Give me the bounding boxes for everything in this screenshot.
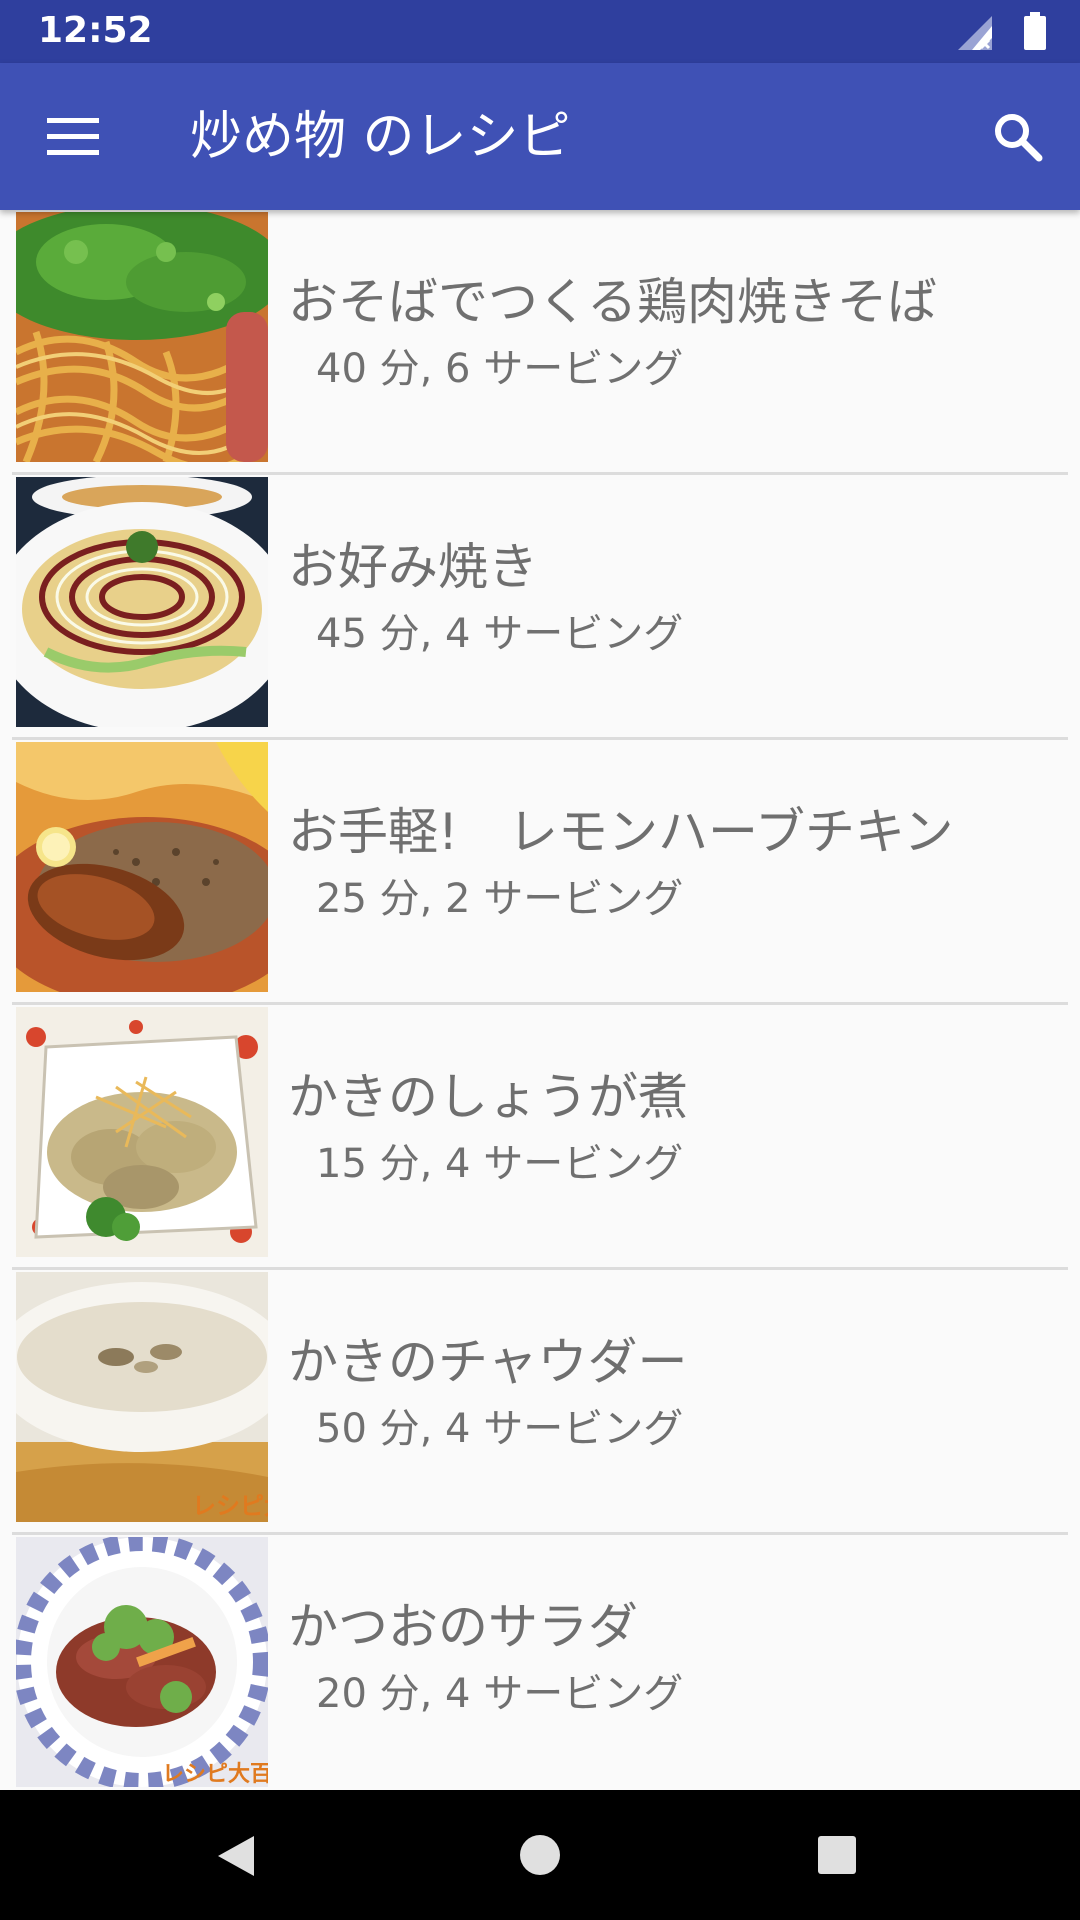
status-bar: 12:52	[0, 0, 1080, 63]
app-bar: 炒め物 のレシピ	[0, 63, 1080, 210]
recipe-meta: 20 分, 4 サービング	[316, 1671, 684, 1717]
back-triangle-icon[interactable]	[216, 1834, 256, 1878]
lemon-herb-chicken-photo	[16, 742, 268, 992]
recents-square-icon[interactable]	[818, 1836, 856, 1874]
recipe-item[interactable]: お好み焼き 45 分, 4 サービング	[0, 475, 1080, 740]
recipe-meta: 50 分, 4 サービング	[316, 1406, 684, 1452]
battery-icon	[1024, 12, 1046, 50]
recipe-meta: 15 分, 4 サービング	[316, 1141, 684, 1187]
recipe-name: かきのチャウダー	[288, 1333, 688, 1391]
recipe-meta: 25 分, 2 サービング	[316, 876, 684, 922]
recipe-item[interactable]: レシピ大百 かつおのサラダ 20 分, 4 サービング	[0, 1535, 1080, 1790]
menu-button[interactable]	[30, 101, 116, 173]
recipe-list: おそばでつくる鶏肉焼きそば 40 分, 6 サービング お好み焼き 45 分, …	[0, 210, 1080, 1790]
status-icons	[926, 12, 1046, 52]
yakisoba-noodles-photo	[16, 212, 268, 462]
oyster-chowder-photo: レシピ大百	[16, 1272, 268, 1522]
hamburger-menu-icon	[47, 118, 99, 155]
recipe-meta: 40 分, 6 サービング	[316, 346, 684, 392]
status-time: 12:52	[38, 10, 153, 51]
recipe-item[interactable]: かきのしょうが煮 15 分, 4 サービング	[0, 1005, 1080, 1270]
okonomiyaki-photo	[16, 477, 268, 727]
recipe-name: おそばでつくる鶏肉焼きそば	[288, 273, 937, 331]
oyster-ginger-photo	[16, 1007, 268, 1257]
recipe-name: かきのしょうが煮	[288, 1068, 688, 1126]
home-circle-icon[interactable]	[520, 1835, 560, 1875]
bonito-salad-photo: レシピ大百	[16, 1537, 268, 1787]
recipe-name: お手軽! レモンハーブチキン	[288, 803, 954, 861]
recipe-item[interactable]: レシピ大百 かきのチャウダー 50 分, 4 サービング	[0, 1270, 1080, 1535]
recipe-name: お好み焼き	[288, 538, 538, 596]
page-title: 炒め物 のレシピ	[190, 107, 571, 167]
thumb-watermark: レシピ大百	[162, 1762, 268, 1787]
navigation-bar	[0, 1790, 1080, 1920]
search-button[interactable]	[978, 97, 1058, 177]
search-icon	[995, 114, 1043, 162]
recipe-item[interactable]: お手軽! レモンハーブチキン 25 分, 2 サービング	[0, 740, 1080, 1005]
thumb-watermark: レシピ大百	[192, 1492, 268, 1520]
recipe-meta: 45 分, 4 サービング	[316, 611, 684, 657]
recipe-name: かつおのサラダ	[288, 1598, 638, 1656]
recipe-item[interactable]: おそばでつくる鶏肉焼きそば 40 分, 6 サービング	[0, 210, 1080, 475]
signal-no-data-icon	[958, 16, 992, 50]
